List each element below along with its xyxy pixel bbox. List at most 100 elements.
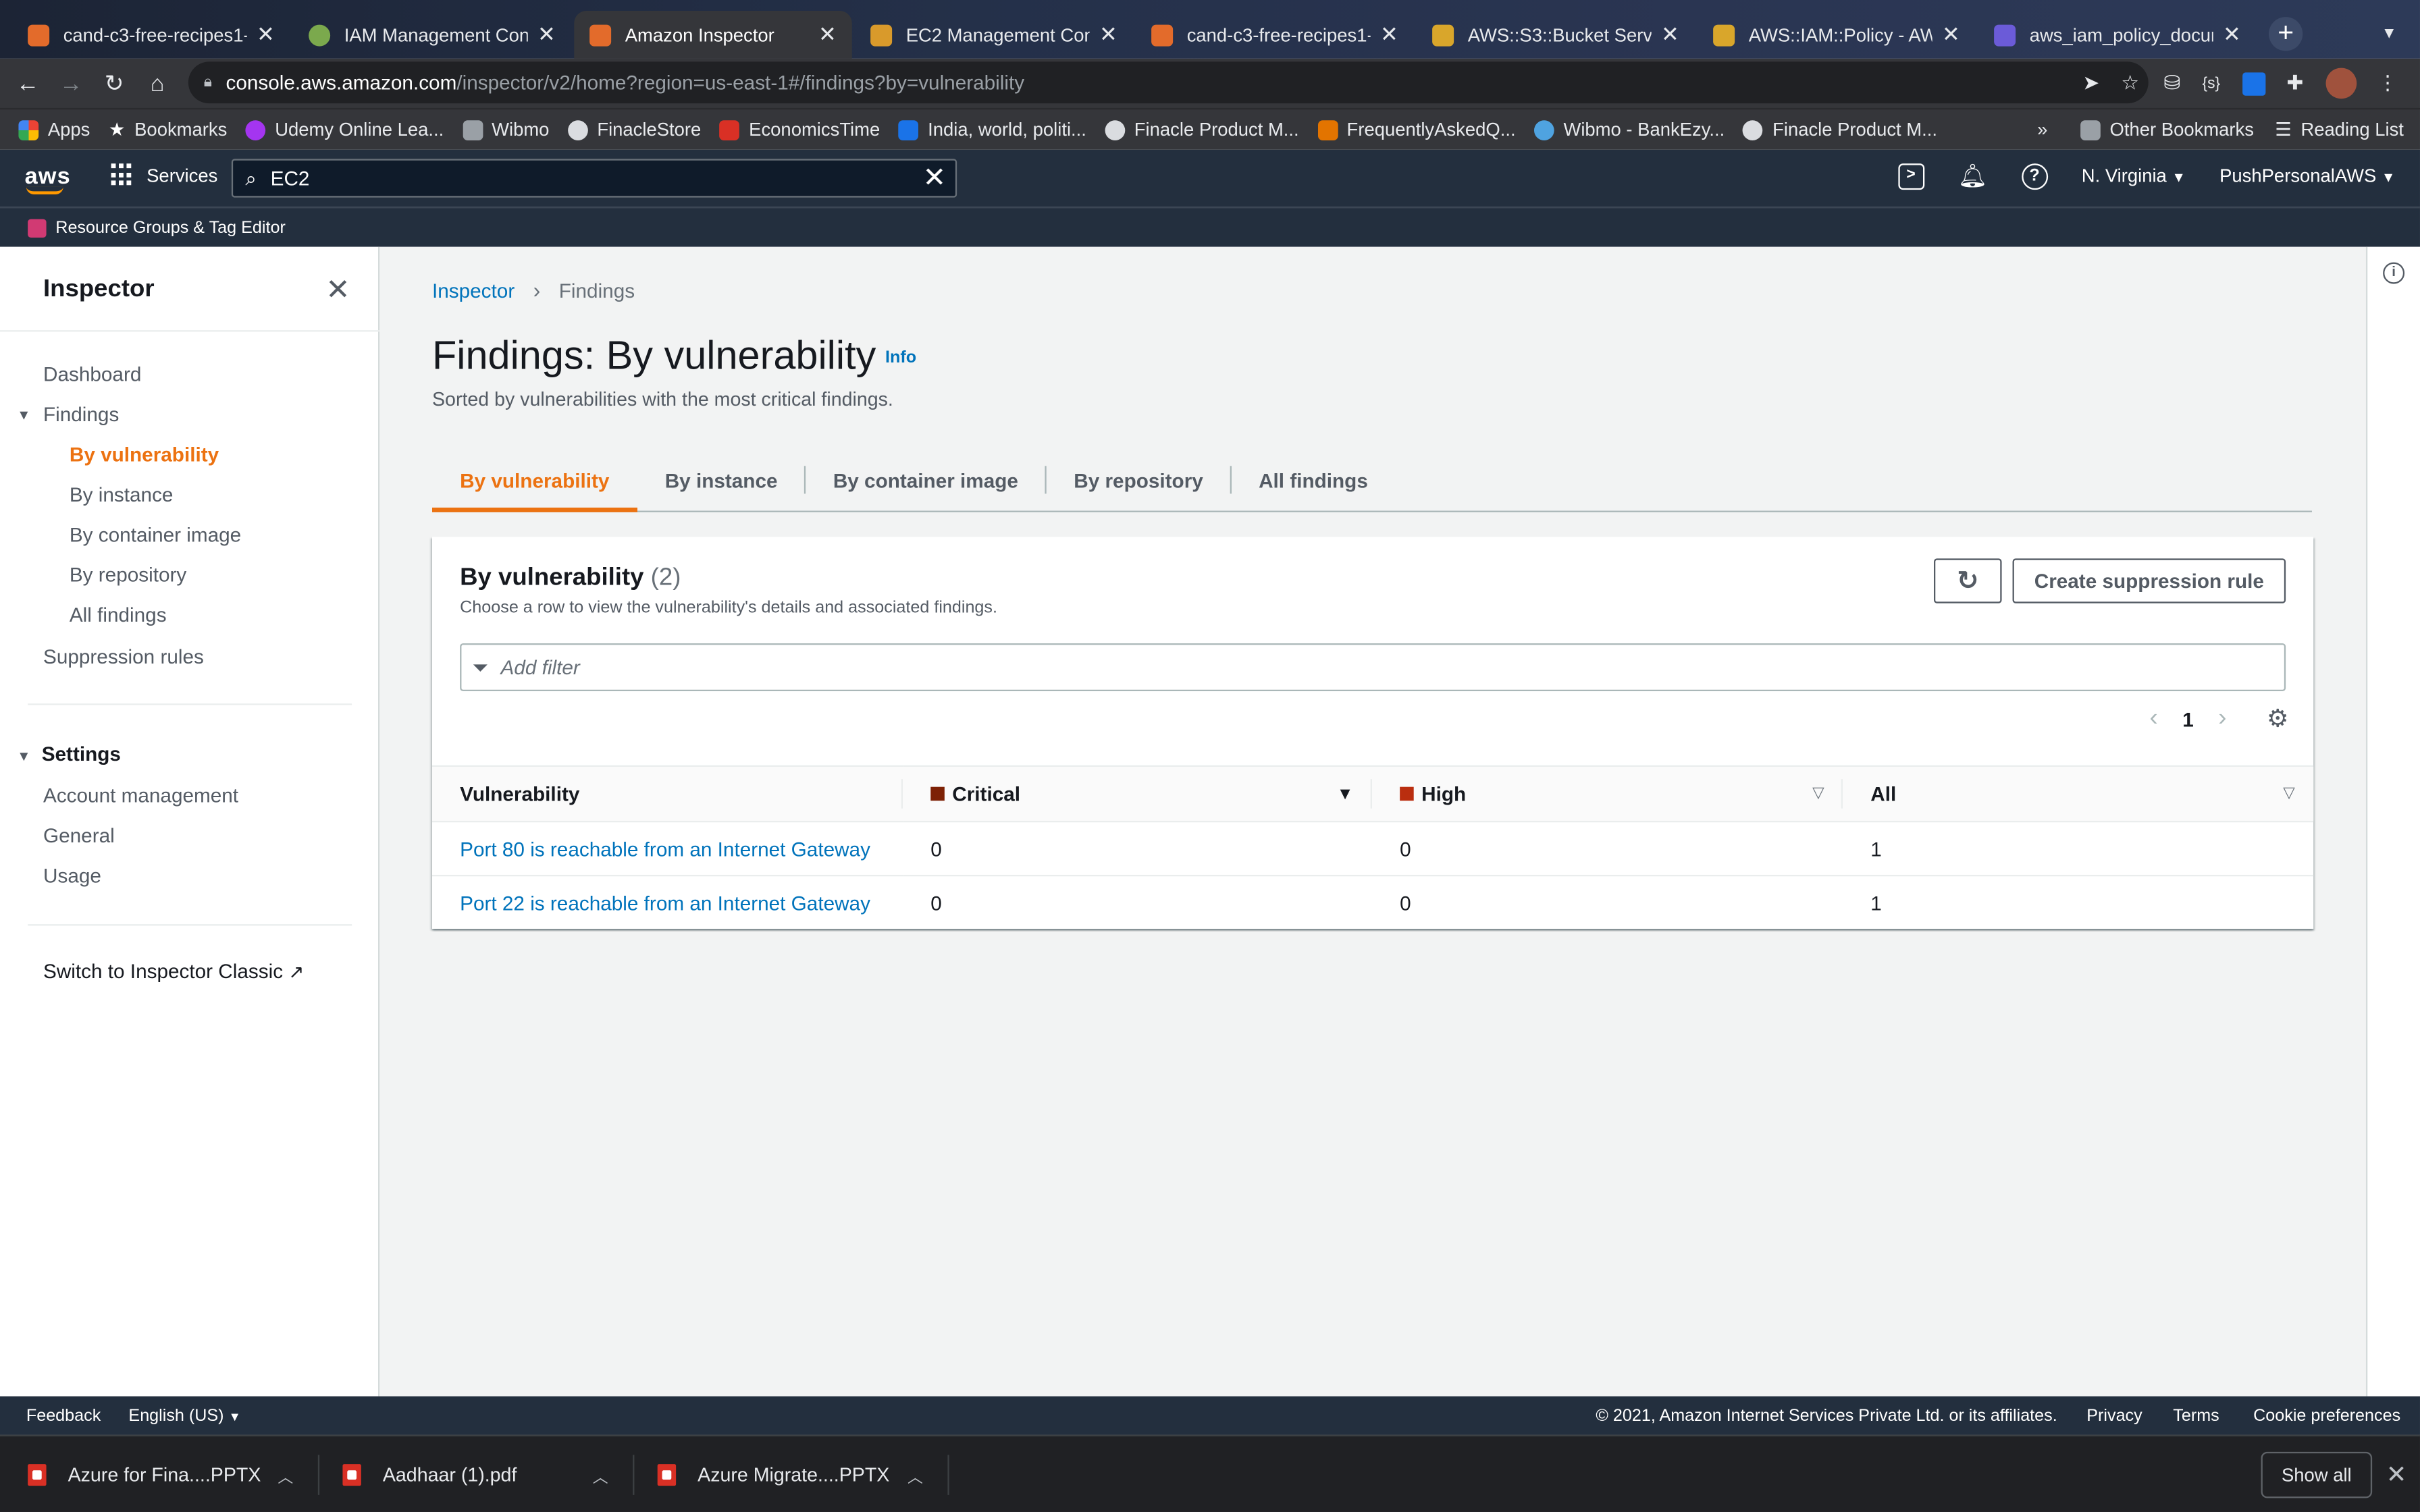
sidebar-item-by-repository[interactable]: By repository [70, 563, 186, 586]
column-header-critical[interactable]: Critical ▼ [903, 765, 1372, 823]
bookmark-udemy[interactable]: Udemy Online Lea... [245, 119, 444, 140]
tab-by-repository[interactable]: By repository [1046, 449, 1231, 510]
column-header-high[interactable]: High ▽ [1371, 765, 1843, 823]
bookmark-wibmo[interactable]: Wibmo [462, 119, 549, 140]
bookmark-star-icon[interactable]: ☆ [2121, 70, 2139, 95]
close-tab-icon[interactable]: ✕ [1380, 22, 1398, 48]
browser-menu-icon[interactable]: ⋮ [2377, 71, 2398, 96]
chevron-up-icon[interactable]: ︿ [908, 1463, 923, 1486]
expand-caret-icon[interactable]: ▼ [17, 407, 30, 423]
back-arrow-icon[interactable]: ← [6, 70, 49, 97]
vulnerability-link[interactable]: Port 80 is reachable from an Internet Ga… [460, 837, 870, 860]
address-bar[interactable]: 🔒︎ console.aws.amazon.com/inspector/v2/h… [188, 61, 2149, 104]
bookmark-finacle-2[interactable]: Finacle Product M... [1743, 119, 1937, 140]
close-tab-icon[interactable]: ✕ [537, 22, 556, 48]
previous-page-icon[interactable]: ‹ [2149, 705, 2157, 733]
close-tab-icon[interactable]: ✕ [1661, 22, 1679, 48]
vulnerability-link[interactable]: Port 22 is reachable from an Internet Ga… [460, 892, 870, 915]
switch-inspector-classic-link[interactable]: Switch to Inspector Classic ↗ [43, 960, 304, 983]
sidebar-item-findings[interactable]: Findings [43, 403, 119, 426]
download-item[interactable]: Azure Migrate....PPTX ︿ [657, 1436, 949, 1512]
browser-tab[interactable]: AWS::IAM::Policy - AWS C ✕ [1698, 11, 1975, 59]
breadcrumb-inspector-link[interactable]: Inspector [432, 279, 515, 302]
download-item[interactable]: Azure for Fina....PPTX ︿ [28, 1436, 320, 1512]
sidebar-item-settings[interactable]: Settings [42, 742, 121, 765]
puzzle-extensions-icon[interactable]: ✚ [2286, 71, 2303, 96]
tab-by-instance[interactable]: By instance [637, 449, 806, 510]
sort-icon[interactable]: ▽ [1812, 785, 1824, 802]
help-icon[interactable]: ? [2021, 163, 2048, 189]
column-header-vulnerability[interactable]: Vulnerability [431, 765, 903, 823]
region-selector[interactable]: N. Virginia ▼ [2082, 165, 2186, 187]
table-settings-gear-icon[interactable]: ⚙ [2267, 703, 2289, 734]
close-tab-icon[interactable]: ✕ [1942, 22, 1960, 48]
bookmark-economictimes[interactable]: EconomicsTime [719, 119, 880, 140]
profile-avatar[interactable] [2325, 68, 2357, 99]
tab-by-vulnerability[interactable]: By vulnerability [431, 449, 637, 512]
sidebar-item-dashboard[interactable]: Dashboard [43, 362, 141, 385]
bookmark-apps[interactable]: Apps [18, 119, 90, 140]
column-header-all[interactable]: All ▽ [1843, 765, 2314, 823]
account-menu[interactable]: PushPersonalAWS ▼ [2219, 165, 2395, 187]
table-row[interactable]: Port 80 is reachable from an Internet Ga… [431, 821, 2314, 877]
bookmark-faq[interactable]: FrequentlyAskedQ... [1317, 119, 1516, 140]
bookmark-india-world[interactable]: India, world, politi... [898, 119, 1086, 140]
sidebar-item-general[interactable]: General [43, 824, 115, 847]
bookmark-bookmarks[interactable]: ★ Bookmarks [109, 119, 228, 140]
sidebar-item-by-container-image[interactable]: By container image [70, 523, 241, 546]
browser-tab[interactable]: AWS::S3::Bucket ServerS ✕ [1417, 11, 1694, 59]
reading-list[interactable]: ☰ Reading List [2275, 119, 2404, 140]
close-tab-icon[interactable]: ✕ [1099, 22, 1117, 48]
download-item[interactable]: Aadhaar (1).pdf ︿ [342, 1436, 635, 1512]
show-all-downloads-button[interactable]: Show all [2261, 1451, 2373, 1498]
other-bookmarks[interactable]: Other Bookmarks [2080, 119, 2254, 140]
close-sidebar-icon[interactable]: ✕ [325, 273, 350, 309]
expand-caret-icon[interactable]: ▼ [17, 749, 30, 764]
new-tab-plus-icon[interactable]: + [2268, 17, 2303, 51]
browser-tab[interactable]: IAM Management Console ✕ [293, 11, 571, 59]
feedback-link[interactable]: Feedback [26, 1406, 101, 1424]
bookmark-finaclestore[interactable]: FinacleStore [567, 119, 701, 140]
browser-tab-active[interactable]: Amazon Inspector ✕ [574, 10, 852, 59]
extension-icon[interactable]: ⛁ [2164, 71, 2181, 96]
forward-arrow-icon[interactable]: → [49, 70, 93, 97]
home-icon[interactable]: ⌂ [136, 70, 179, 97]
chevron-up-icon[interactable]: ︿ [593, 1463, 608, 1486]
reload-icon[interactable]: ↻ [93, 70, 136, 97]
sidebar-item-suppression-rules[interactable]: Suppression rules [43, 645, 204, 668]
next-page-icon[interactable]: › [2218, 705, 2226, 733]
sort-desc-active-icon[interactable]: ▼ [1337, 784, 1354, 803]
sort-icon[interactable]: ▽ [2283, 785, 2295, 802]
terms-link[interactable]: Terms [2173, 1406, 2219, 1424]
close-tab-icon[interactable]: ✕ [2223, 22, 2241, 48]
aws-search-input[interactable]: ⌕ EC2 ✕ [231, 159, 957, 198]
add-filter-input[interactable]: ⏷ Add filter [460, 643, 2286, 691]
info-circle-icon[interactable]: i [2383, 262, 2405, 284]
create-suppression-rule-button[interactable]: Create suppression rule [2012, 558, 2286, 603]
bookmark-finacle[interactable]: Finacle Product M... [1105, 119, 1299, 140]
bookmark-wibmo-bankezy[interactable]: Wibmo - BankEzy... [1534, 119, 1725, 140]
favorite-resource-groups[interactable]: Resource Groups & Tag Editor [55, 218, 286, 236]
privacy-link[interactable]: Privacy [2086, 1406, 2142, 1424]
tab-all-findings[interactable]: All findings [1231, 449, 1396, 510]
tab-by-container-image[interactable]: By container image [806, 449, 1047, 510]
close-shelf-icon[interactable]: ✕ [2386, 1459, 2407, 1490]
tab-search-chevron-icon[interactable]: ▾ [2373, 17, 2404, 48]
sidebar-item-by-vulnerability[interactable]: By vulnerability [70, 443, 219, 466]
sidebar-item-all-findings[interactable]: All findings [70, 603, 167, 626]
close-tab-icon[interactable]: ✕ [818, 22, 837, 48]
browser-tab[interactable]: cand-c3-free-recipes1-9 ✕ [1136, 11, 1413, 59]
cloudshell-icon[interactable]: > [1897, 163, 1924, 189]
extension-icon[interactable]: {s} [2202, 75, 2220, 92]
browser-tab[interactable]: cand-c3-free-recipes1-9 ✕ [12, 11, 290, 59]
browser-tab[interactable]: EC2 Management Console ✕ [855, 11, 1132, 59]
sidebar-item-by-instance[interactable]: By instance [70, 483, 174, 506]
bookmarks-overflow-chevron-icon[interactable]: » [2037, 119, 2047, 140]
translate-extension-icon[interactable] [2242, 72, 2265, 95]
table-row[interactable]: Port 22 is reachable from an Internet Ga… [432, 875, 2313, 929]
clear-search-icon[interactable]: ✕ [923, 162, 946, 194]
info-link[interactable]: Info [885, 349, 916, 367]
refresh-button[interactable]: ↻ [1933, 558, 2002, 603]
cookie-preferences-link[interactable]: Cookie preferences [2253, 1406, 2400, 1424]
current-page[interactable]: 1 [2182, 707, 2194, 730]
